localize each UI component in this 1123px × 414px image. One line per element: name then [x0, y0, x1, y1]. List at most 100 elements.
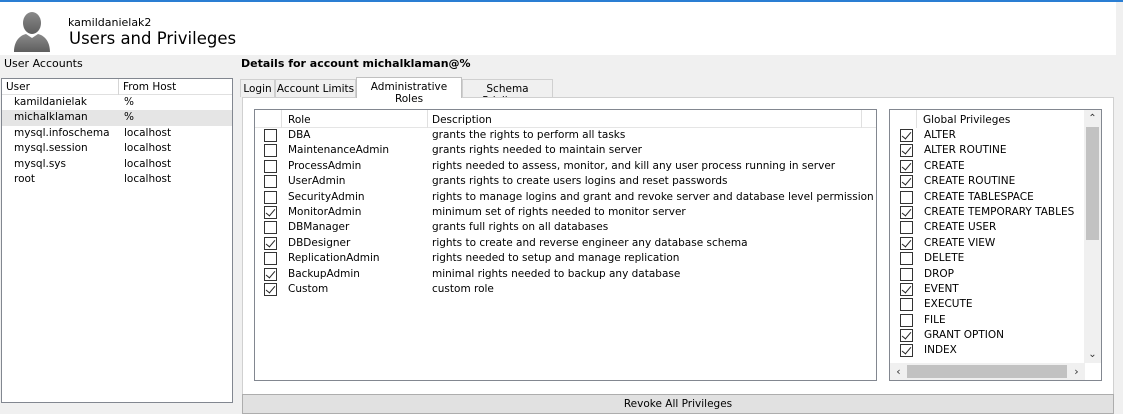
- tab-login[interactable]: Login: [240, 79, 275, 97]
- column-header-role[interactable]: Role: [288, 114, 311, 126]
- role-description: grants full rights on all databases: [432, 221, 609, 234]
- tab-schema-privileges[interactable]: Schema Privileges: [462, 79, 553, 107]
- role-row[interactable]: DBA grants the rights to perform all task…: [255, 128, 876, 143]
- scroll-right-icon[interactable]: ›: [1068, 363, 1085, 380]
- privilege-checkbox[interactable]: [900, 282, 913, 296]
- privilege-row[interactable]: ALTER: [890, 128, 1101, 143]
- vertical-scrollbar[interactable]: ⌃ ⌄: [1084, 110, 1101, 363]
- role-name: MonitorAdmin: [288, 205, 362, 218]
- role-row[interactable]: DBManager grants full rights on all datab…: [255, 220, 876, 235]
- role-row[interactable]: MonitorAdmin minimum set of rights needed…: [255, 205, 876, 220]
- vertical-scroll-thumb[interactable]: [1086, 127, 1099, 240]
- privilege-checkbox[interactable]: [900, 329, 913, 343]
- column-header-description[interactable]: Description: [432, 114, 492, 126]
- role-checkbox[interactable]: [264, 236, 277, 250]
- privilege-row[interactable]: CREATE: [890, 159, 1101, 174]
- privilege-row[interactable]: GRANT OPTION: [890, 328, 1101, 343]
- privilege-row[interactable]: CREATE TABLESPACE: [890, 190, 1101, 205]
- page-header: kamildanielak2 Users and Privileges: [0, 2, 1116, 55]
- horizontal-scroll-thumb[interactable]: [907, 365, 1067, 378]
- privilege-checkbox[interactable]: [900, 175, 913, 189]
- role-checkbox[interactable]: [264, 144, 277, 158]
- column-header-global-privileges[interactable]: Global Privileges: [923, 114, 1010, 126]
- privilege-name: FILE: [924, 313, 946, 326]
- role-checkbox[interactable]: [264, 221, 277, 235]
- privilege-checkbox[interactable]: [900, 298, 913, 312]
- role-checkbox[interactable]: [264, 175, 277, 189]
- scroll-down-icon[interactable]: ⌄: [1084, 346, 1101, 363]
- role-row[interactable]: SecurityAdmin rights to manage logins and…: [255, 190, 876, 205]
- role-name: ReplicationAdmin: [288, 252, 380, 265]
- user-account-row[interactable]: michalklaman%: [2, 110, 232, 126]
- user-account-row[interactable]: kamildanielak%: [2, 95, 232, 110]
- privilege-checkbox[interactable]: [900, 344, 913, 358]
- user-host: %: [124, 111, 134, 124]
- privilege-name: DROP: [924, 267, 954, 280]
- privilege-row[interactable]: CREATE TEMPORARY TABLES: [890, 205, 1101, 220]
- role-row[interactable]: ProcessAdmin rights needed to assess, mon…: [255, 159, 876, 174]
- user-accounts-list[interactable]: User From Host kamildanielak% michalklama…: [1, 78, 233, 403]
- roles-table[interactable]: Role Description DBA grants the rights to…: [254, 109, 877, 381]
- user-host: localhost: [124, 126, 172, 139]
- role-description: grants rights needed to maintain server: [432, 144, 642, 157]
- privilege-row[interactable]: DROP: [890, 267, 1101, 282]
- role-description: rights to create and reverse engineer an…: [432, 236, 748, 249]
- role-name: Custom: [288, 282, 329, 295]
- privilege-name: CREATE VIEW: [924, 236, 996, 249]
- privilege-checkbox[interactable]: [900, 221, 913, 235]
- privilege-row[interactable]: CREATE ROUTINE: [890, 174, 1101, 189]
- privilege-checkbox[interactable]: [900, 236, 913, 250]
- privilege-row[interactable]: ALTER ROUTINE: [890, 143, 1101, 158]
- privilege-row[interactable]: INDEX: [890, 343, 1101, 358]
- user-account-row[interactable]: mysql.session localhost: [2, 141, 232, 156]
- privilege-checkbox[interactable]: [900, 205, 913, 219]
- role-checkbox[interactable]: [264, 267, 277, 281]
- privilege-row[interactable]: FILE: [890, 313, 1101, 328]
- privilege-checkbox[interactable]: [900, 159, 913, 173]
- tab-administrative-roles[interactable]: Administrative Roles: [356, 77, 462, 105]
- privilege-name: CREATE USER: [924, 221, 997, 234]
- scroll-up-icon[interactable]: ⌃: [1084, 110, 1101, 127]
- role-row[interactable]: BackupAdmin minimal rights needed to back…: [255, 267, 876, 282]
- privilege-row[interactable]: EXECUTE: [890, 297, 1101, 312]
- role-row[interactable]: MaintenanceAdmin grants rights needed to …: [255, 143, 876, 158]
- role-checkbox[interactable]: [264, 190, 277, 204]
- role-checkbox[interactable]: [264, 252, 277, 266]
- privilege-checkbox[interactable]: [900, 129, 913, 142]
- column-header-user[interactable]: User: [6, 81, 30, 93]
- role-description: minimal rights needed to backup any data…: [432, 267, 681, 280]
- role-checkbox[interactable]: [264, 159, 277, 173]
- privilege-checkbox[interactable]: [900, 144, 913, 158]
- user-account-row[interactable]: root localhost: [2, 172, 232, 187]
- privilege-checkbox[interactable]: [900, 267, 913, 281]
- privilege-row[interactable]: CREATE VIEW: [890, 236, 1101, 251]
- column-header-host[interactable]: From Host: [123, 81, 176, 93]
- scroll-left-icon[interactable]: ‹: [890, 363, 907, 380]
- user-name: mysql.session: [14, 142, 88, 155]
- revoke-all-privileges-button[interactable]: Revoke All Privileges: [242, 394, 1114, 414]
- tab-account-limits[interactable]: Account Limits: [275, 79, 356, 97]
- privilege-row[interactable]: EVENT: [890, 282, 1101, 297]
- role-row[interactable]: UserAdmin grants rights to create users l…: [255, 174, 876, 189]
- role-row[interactable]: ReplicationAdmin rights needed to setup a…: [255, 251, 876, 266]
- role-name: DBManager: [288, 221, 350, 234]
- role-row[interactable]: Custom custom role: [255, 282, 876, 297]
- privilege-checkbox[interactable]: [900, 313, 913, 327]
- role-checkbox[interactable]: [264, 282, 277, 296]
- privilege-row[interactable]: DELETE: [890, 251, 1101, 266]
- role-checkbox[interactable]: [264, 129, 277, 142]
- privilege-checkbox[interactable]: [900, 252, 913, 266]
- privilege-checkbox[interactable]: [900, 190, 913, 204]
- privilege-row[interactable]: CREATE USER: [890, 220, 1101, 235]
- role-name: BackupAdmin: [288, 267, 360, 280]
- role-checkbox[interactable]: [264, 205, 277, 219]
- global-privileges-list[interactable]: Global Privileges ALTER ALTER ROUTINE CREA…: [889, 109, 1102, 381]
- user-account-row[interactable]: mysql.infoschema localhost: [2, 126, 232, 141]
- privilege-name: EXECUTE: [924, 298, 973, 311]
- role-row[interactable]: DBDesigner rights to create and reverse e…: [255, 236, 876, 251]
- privilege-name: ALTER ROUTINE: [924, 144, 1007, 157]
- horizontal-scrollbar[interactable]: ‹ ›: [890, 363, 1085, 380]
- user-host: %: [124, 96, 134, 108]
- user-account-row[interactable]: mysql.sys localhost: [2, 157, 232, 172]
- role-description: grants the rights to perform all tasks: [432, 129, 626, 141]
